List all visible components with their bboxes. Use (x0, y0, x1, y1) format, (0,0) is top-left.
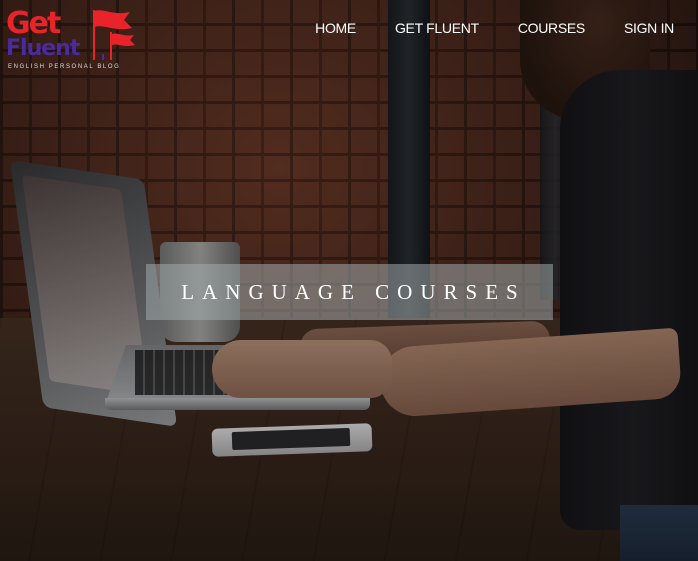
nav-item-home[interactable]: HOME (315, 20, 356, 36)
hero-title: LANGUAGE COURSES (181, 279, 526, 304)
main-nav: HOME GET FLUENT COURSES SIGN IN (315, 20, 674, 36)
site-logo[interactable]: Get Fluent ENGLISH PERSONAL BLOG (6, 4, 136, 72)
nav-item-get-fluent[interactable]: GET FLUENT (395, 20, 479, 36)
logo-text-fluent: Fluent (6, 36, 80, 61)
nav-item-courses[interactable]: COURSES (518, 20, 585, 36)
logo-tagline: ENGLISH PERSONAL BLOG (8, 64, 121, 70)
site-header: Get Fluent ENGLISH PERSONAL BLOG HOME GE… (0, 0, 698, 72)
nav-item-sign-in[interactable]: SIGN IN (624, 20, 674, 36)
hero-title-box: LANGUAGE COURSES (146, 264, 553, 320)
flags-icon (93, 10, 135, 60)
